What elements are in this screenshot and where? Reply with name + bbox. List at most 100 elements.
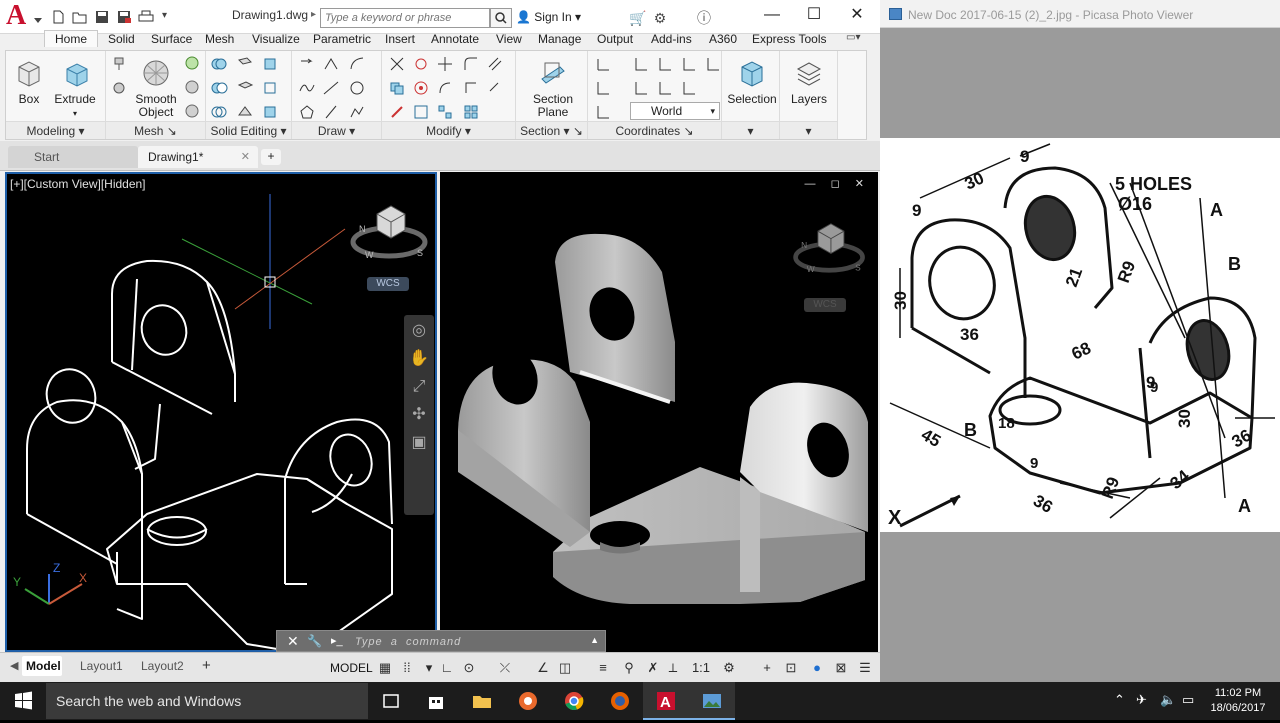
intersect-icon[interactable] [210,103,228,121]
viewport-hidden[interactable]: [+][Custom View][Hidden] Z Y X N S W WCS [5,172,437,652]
media-player-button[interactable] [505,682,551,720]
smooth-object-button[interactable]: Smooth Object [134,55,178,119]
zoom-extents-icon[interactable]: ⤢ [404,375,434,399]
shell-icon[interactable] [262,103,280,121]
polyline-icon[interactable] [322,55,340,73]
add-icon[interactable]: + [758,659,776,677]
selection-panel-title[interactable]: ▾ [722,121,779,139]
open-file-icon[interactable] [72,10,88,24]
customize-icon[interactable]: 🔧 [307,634,322,648]
tab-express-tools[interactable]: Express Tools [752,32,826,46]
ucs-face-icon[interactable] [594,103,612,121]
thicken-icon[interactable] [236,79,254,97]
stretch-icon[interactable] [462,79,480,97]
ucs-z-icon[interactable] [680,79,698,97]
orbit-icon[interactable]: ✣ [404,403,434,427]
chrome-button[interactable] [551,682,597,720]
show-hidden-icons[interactable]: ⌃ [1114,692,1125,708]
isodraft-icon[interactable]: ⤫ [496,659,514,677]
tab-mesh[interactable]: Mesh [205,32,234,46]
extract-edges-icon[interactable] [262,79,280,97]
layout-scroll-icon[interactable]: ◀ [6,656,22,676]
help-icon[interactable]: ⓘ [694,9,714,27]
close-button[interactable]: ✕ [837,4,877,26]
mesh-smooth-more-icon[interactable] [184,55,202,73]
tab-parametric[interactable]: Parametric [313,32,371,46]
ucs-world-icon[interactable] [632,55,650,73]
ucs-x-icon[interactable] [680,55,698,73]
snap-icon[interactable]: ⁞⁞ [398,659,416,677]
ortho-icon[interactable]: ∟ [438,659,456,677]
mesh-refine-icon[interactable] [184,103,202,121]
autoscale-icon[interactable]: ✗ [644,659,662,677]
command-input[interactable] [355,633,585,650]
spline-icon[interactable] [298,79,316,97]
fillet-edge-icon[interactable] [462,55,480,73]
wcs-menu[interactable]: WCS [367,277,409,291]
customization-menu-icon[interactable]: ☰ [856,659,874,677]
mirror-icon[interactable] [436,79,454,97]
draw-panel-title[interactable]: Draw ▾ [292,121,381,139]
minimize-button[interactable]: — [752,4,792,26]
quick-access-overflow-icon[interactable]: ▾ [162,10,178,24]
mesh-panel-title[interactable]: Mesh ↘ [106,121,205,139]
gear-icon[interactable]: ⚙ [720,659,738,677]
photo-view[interactable]: 5 HOLES Ø16 9 30 9 30 36 21 R9 68 9 30 3… [880,138,1280,532]
a360-icon[interactable]: ⚙ [650,9,670,27]
hardware-acceleration-icon[interactable]: ● [808,659,826,677]
polygon-icon[interactable] [298,103,316,121]
layout-tab-layout1[interactable]: Layout1 [76,656,127,676]
tab-add-ins[interactable]: Add-ins [651,32,692,46]
firefox-button[interactable] [597,682,643,720]
pan-icon[interactable]: ✋ [404,347,434,371]
viewcube-shaded-icon[interactable]: N S W [790,212,870,282]
new-file-icon[interactable] [50,10,66,24]
erase-icon[interactable] [486,79,504,97]
chevron-down-icon[interactable]: ▾ [420,659,438,677]
file-explorer-button[interactable] [459,682,505,720]
circle-icon[interactable] [348,79,366,97]
close-icon[interactable]: ✕ [241,146,250,168]
trim-icon[interactable] [388,55,406,73]
object-snap-tracking-icon[interactable]: ∠ [534,659,552,677]
autocad-taskbar-button[interactable]: A [643,682,689,720]
steering-wheel-icon[interactable]: ◎ [404,319,434,343]
store-button[interactable] [413,682,459,720]
save-as-icon[interactable] [116,10,132,24]
array-icon[interactable] [412,103,430,121]
tab-home[interactable]: Home [44,30,99,47]
clock[interactable]: 11:02 PM 18/06/2017 [1202,686,1274,716]
grid-icon[interactable]: ▦ [376,659,394,677]
arc-icon[interactable] [348,55,366,73]
section-plane-button[interactable]: Section Plane [528,55,578,119]
move-icon[interactable] [436,55,454,73]
subtract-icon[interactable] [210,79,228,97]
imprint-icon[interactable] [236,103,254,121]
layers-button[interactable]: Layers [786,55,832,119]
extrude-button[interactable]: Extrude ▾ [53,55,97,119]
maximize-button[interactable]: ☐ [794,4,834,26]
action-center-icon[interactable]: ▭ [1182,692,1194,708]
network-icon[interactable]: ✈ [1136,692,1147,708]
slice-icon[interactable] [236,55,254,73]
ucs-icon[interactable] [594,55,612,73]
region-icon[interactable] [348,103,366,121]
keyword-search-input[interactable] [320,8,490,28]
layout-tab-model[interactable]: Model [22,656,62,676]
layout-tab-layout2[interactable]: Layout2 [137,656,188,676]
mesh-smooth-less-icon[interactable] [184,79,202,97]
line-icon[interactable] [298,55,316,73]
search-expand-icon[interactable]: ▸ [311,9,316,20]
sign-in-button[interactable]: 👤 Sign In ▾ [516,10,581,24]
explode-icon[interactable] [436,103,454,121]
modeling-panel-title[interactable]: Modeling ▾ [6,121,105,139]
picasa-taskbar-button[interactable] [689,682,735,720]
task-view-button[interactable] [368,682,414,720]
annotation-visibility-icon[interactable]: ⚲ [620,659,638,677]
model-space-button[interactable]: MODEL [330,661,373,675]
layers-panel-title[interactable]: ▾ [780,121,837,139]
search-button[interactable] [490,8,512,28]
rotate-icon[interactable] [412,79,430,97]
object-snap-icon[interactable]: ◫ [556,659,574,677]
clean-screen-icon[interactable]: ⊠ [832,659,850,677]
